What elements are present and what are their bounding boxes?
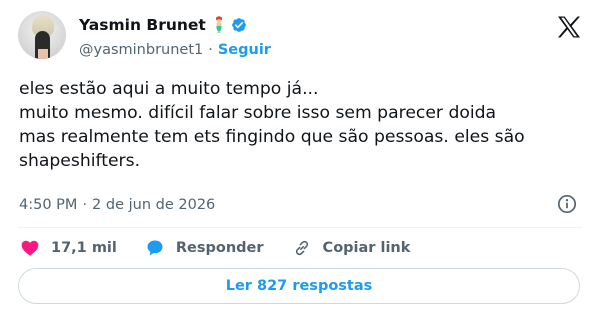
- timestamp-separator: ·: [82, 197, 88, 213]
- author-handle-row: @yasminbrunet1 · Seguir: [79, 40, 271, 60]
- separator-dot: ·: [208, 42, 213, 58]
- info-icon[interactable]: [557, 194, 577, 214]
- divider: [18, 227, 582, 228]
- like-count: 17,1 mil: [51, 240, 117, 256]
- tweet-date: 2 de jun de 2026: [92, 197, 216, 213]
- tweet-embed: Yasmin Brunet @yasminbrunet1 · Seguir el…: [0, 0, 600, 320]
- tweet-timestamp[interactable]: 4:50 PM · 2 de jun de 2026: [19, 195, 215, 215]
- reply-bubble-icon: [147, 240, 163, 256]
- copy-link-label: Copiar link: [322, 240, 411, 256]
- reply-button[interactable]: Responder: [145, 238, 264, 258]
- like-button[interactable]: 17,1 mil: [20, 238, 117, 258]
- follow-button[interactable]: Seguir: [218, 42, 271, 58]
- mermaid-emoji-icon: [215, 16, 223, 34]
- tweet-time: 4:50 PM: [19, 197, 78, 213]
- author-name-row: Yasmin Brunet: [79, 14, 248, 36]
- copy-link-button[interactable]: Copiar link: [292, 238, 411, 258]
- read-replies-button[interactable]: Ler 827 respostas: [18, 268, 580, 304]
- author-handle[interactable]: @yasminbrunet1: [79, 42, 203, 58]
- verified-badge-icon: [231, 18, 246, 32]
- reply-label: Responder: [175, 240, 264, 256]
- link-icon: [295, 240, 308, 256]
- tweet-text: eles estão aqui a muito tempo já... muit…: [19, 79, 525, 171]
- action-bar: 17,1 mil Responder Copiar link: [20, 238, 438, 258]
- heart-icon: [21, 240, 39, 256]
- x-logo-icon[interactable]: [557, 16, 581, 38]
- avatar[interactable]: [18, 11, 66, 59]
- author-name[interactable]: Yasmin Brunet: [79, 16, 206, 34]
